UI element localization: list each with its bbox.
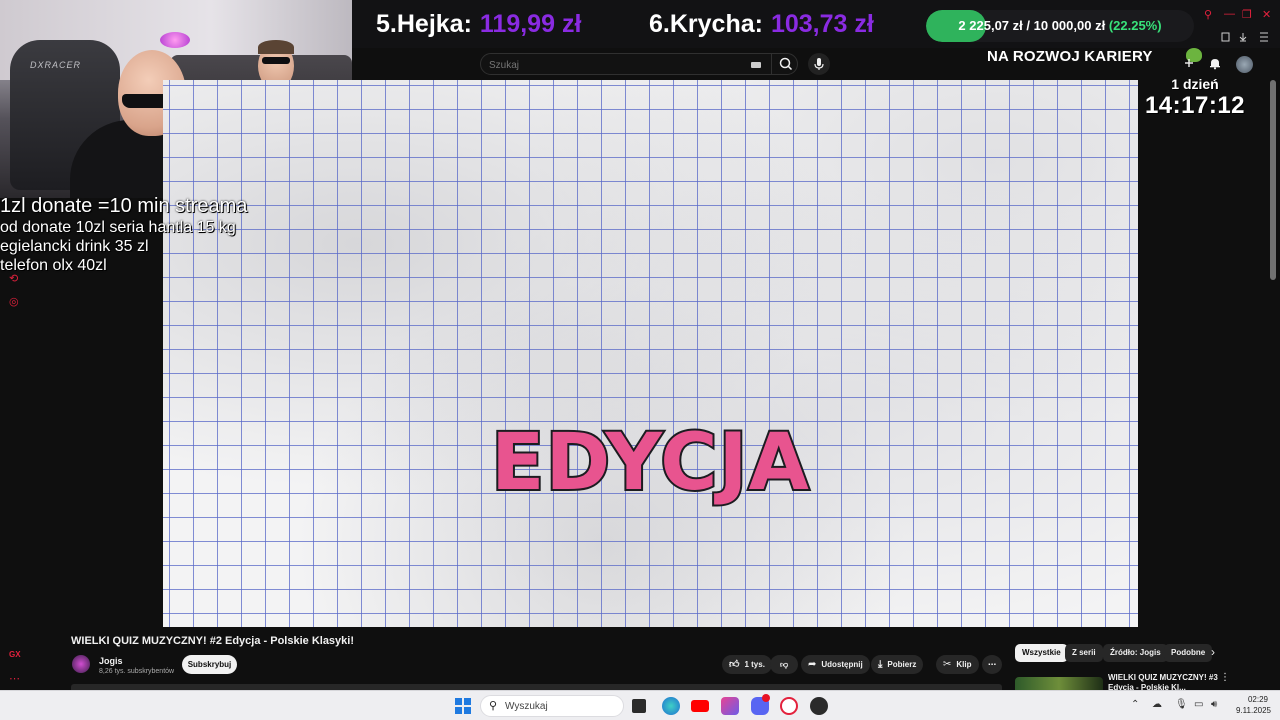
volume-icon[interactable]: 🔊︎ xyxy=(1211,699,1217,710)
subscriber-count: 8,26 tys. subskrybentów xyxy=(99,668,175,675)
goal-percent: (22.25%) xyxy=(1108,18,1162,33)
timer-time: 14:17:12 xyxy=(1144,92,1246,119)
subathon-timer: 1 dzień 14:17:12 xyxy=(1138,76,1252,120)
chip-series[interactable]: Z serii xyxy=(1065,644,1103,662)
cloud-icon[interactable]: ☁ xyxy=(1152,699,1162,710)
donation-entry-5: 5.Hejka: 119,99 zł xyxy=(376,10,581,39)
scissors-icon: ✂ xyxy=(943,659,952,670)
overlay-line-3: egielancki drink 35 zl xyxy=(0,238,149,255)
page-scrollbar[interactable] xyxy=(1270,80,1276,280)
more-actions-button[interactable]: ⋯ xyxy=(982,655,1002,674)
overlay-line-1: 1zl donate =10 min streama xyxy=(0,195,248,217)
download-icon: ⤓ xyxy=(878,659,883,670)
clock-time: 02:29 xyxy=(1247,695,1268,704)
windows-start-icon[interactable] xyxy=(455,698,471,714)
share-icon: ➦ xyxy=(808,659,817,670)
overlay-line-2: od donate 10zl seria hantla 15 kg xyxy=(0,219,236,236)
more-dots-icon: ⋯ xyxy=(988,660,996,669)
donation-rank: 5. xyxy=(376,10,397,38)
taskbar-search-label: Wyszukaj xyxy=(505,701,548,712)
search-tab-icon[interactable]: ⚲ xyxy=(1204,8,1212,21)
donation-banner: 5.Hejka: 119,99 zł 6.Krycha: 103,73 zł 2 2… xyxy=(352,0,1280,48)
share-label: Udostępnij xyxy=(821,660,863,669)
chip-similar[interactable]: Podobne xyxy=(1164,644,1213,662)
donation-name: Krycha: xyxy=(669,10,763,38)
donation-rank: 6. xyxy=(649,10,670,38)
donation-amount: 103,73 zł xyxy=(770,10,874,38)
chair-brand-logo: DXRACER xyxy=(30,60,82,70)
like-count: 1 tys. xyxy=(744,660,765,669)
search-button[interactable] xyxy=(771,54,799,74)
app-icon[interactable] xyxy=(810,697,828,715)
taskbar-search[interactable]: ⚲ Wyszukaj xyxy=(480,695,624,717)
stream-rules-overlay: 1zl donate =10 min streama od donate 10z… xyxy=(0,194,247,275)
donation-name: Hejka: xyxy=(396,10,472,38)
video-frame-title: EDYCJA xyxy=(489,416,811,510)
download-button[interactable]: ⤓ Pobierz xyxy=(871,655,924,674)
webcam-person-2-glasses xyxy=(262,57,290,64)
chevron-right-icon[interactable]: › xyxy=(1211,645,1215,659)
microphone-icon[interactable]: 🎙︎ xyxy=(1175,699,1188,710)
network-icon[interactable]: ▭ xyxy=(1194,699,1203,710)
search-icon: ⚲ xyxy=(489,700,498,712)
donation-amount: 119,99 zł xyxy=(479,10,582,38)
share-button[interactable]: ➦ Udostępnij xyxy=(801,655,870,674)
video-info-section: WIELKI QUIZ MUZYCZNY! #2 Edycja - Polski… xyxy=(30,627,1280,692)
voice-search-button[interactable] xyxy=(808,53,830,75)
more-icon[interactable]: ⋯ xyxy=(9,672,20,685)
opera-gx-icon[interactable] xyxy=(780,697,798,715)
goal-current-amount: 2 225,07 zł xyxy=(958,18,1023,33)
task-view-icon[interactable] xyxy=(632,699,646,713)
create-icon[interactable] xyxy=(1182,56,1196,70)
clock[interactable]: 02:29 9.11.2025 xyxy=(1236,694,1271,716)
thumbs-up-icon: 👍︎ xyxy=(729,659,740,670)
like-button[interactable]: 👍︎ 1 tys. xyxy=(722,655,772,674)
close-icon[interactable]: ✕ xyxy=(1262,8,1271,21)
keyboard-icon[interactable] xyxy=(751,62,761,68)
goal-separator: / xyxy=(1026,18,1030,33)
clock-date: 9.11.2025 xyxy=(1236,706,1271,715)
download-label: Pobierz xyxy=(887,660,917,669)
photos-app-icon[interactable] xyxy=(721,697,739,715)
youtube-app-icon[interactable] xyxy=(691,700,709,712)
microphone-icon xyxy=(814,58,824,70)
recommended-title-line-1: WIELKI QUIZ MUZYCZNY! #3 xyxy=(1108,673,1218,682)
search-icon xyxy=(779,57,793,71)
chip-source[interactable]: Źródło: Jogis xyxy=(1103,644,1168,662)
channel-avatar[interactable] xyxy=(72,655,90,673)
channel-name[interactable]: Jogis xyxy=(99,656,123,666)
browser-toolbar-icons[interactable] xyxy=(1221,31,1275,43)
search-box[interactable] xyxy=(480,53,798,75)
goal-target-amount: 10 000,00 zł xyxy=(1033,18,1106,33)
windows-taskbar: ⚲ Wyszukaj ⌃ ☁ 🎙︎ ▭ 🔊︎ 02:29 9.11.2025 xyxy=(0,690,1280,720)
stream-goal-label: NA ROZWOJ KARIERY xyxy=(987,48,1153,65)
subscribe-button[interactable]: Subskrybuj xyxy=(182,655,237,674)
chevron-up-icon[interactable]: ⌃ xyxy=(1131,699,1139,710)
clip-label: Klip xyxy=(956,660,972,669)
webcam-lamp xyxy=(160,32,190,48)
overlay-line-4: telefon olx 40zl xyxy=(0,257,107,274)
recommended-more-icon[interactable]: ⋮ xyxy=(1220,672,1230,683)
thumbs-down-icon: 👎︎ xyxy=(779,660,789,669)
chip-all[interactable]: Wszystkie xyxy=(1015,644,1068,662)
webcam-person-2-hair xyxy=(258,40,294,54)
settings-icon[interactable]: ◎ xyxy=(9,295,19,308)
minimize-icon[interactable]: — xyxy=(1224,8,1235,20)
maximize-icon[interactable]: ❐ xyxy=(1242,8,1252,21)
clip-button[interactable]: ✂ Klip xyxy=(936,655,979,674)
video-player[interactable]: EDYCJA xyxy=(163,80,1138,627)
notification-badge xyxy=(762,694,770,702)
dislike-button[interactable]: 👎︎ xyxy=(770,655,798,674)
donation-goal-text: 2 225,07 zł / 10 000,00 zł (22.25%) xyxy=(926,18,1194,33)
recommended-video-thumbnail[interactable] xyxy=(1015,677,1103,690)
donation-goal-bar: 2 225,07 zł / 10 000,00 zł (22.25%) xyxy=(926,10,1194,42)
extension-icon[interactable]: GX xyxy=(9,650,21,659)
timer-days: 1 dzień xyxy=(1171,76,1219,92)
donation-entry-6: 6.Krycha: 103,73 zł xyxy=(649,10,874,39)
user-avatar[interactable] xyxy=(1236,56,1253,73)
notifications-bell-icon[interactable] xyxy=(1208,56,1222,70)
video-title: WIELKI QUIZ MUZYCZNY! #2 Edycja - Polski… xyxy=(71,635,355,647)
search-input[interactable] xyxy=(489,58,739,72)
edge-icon[interactable] xyxy=(662,697,680,715)
